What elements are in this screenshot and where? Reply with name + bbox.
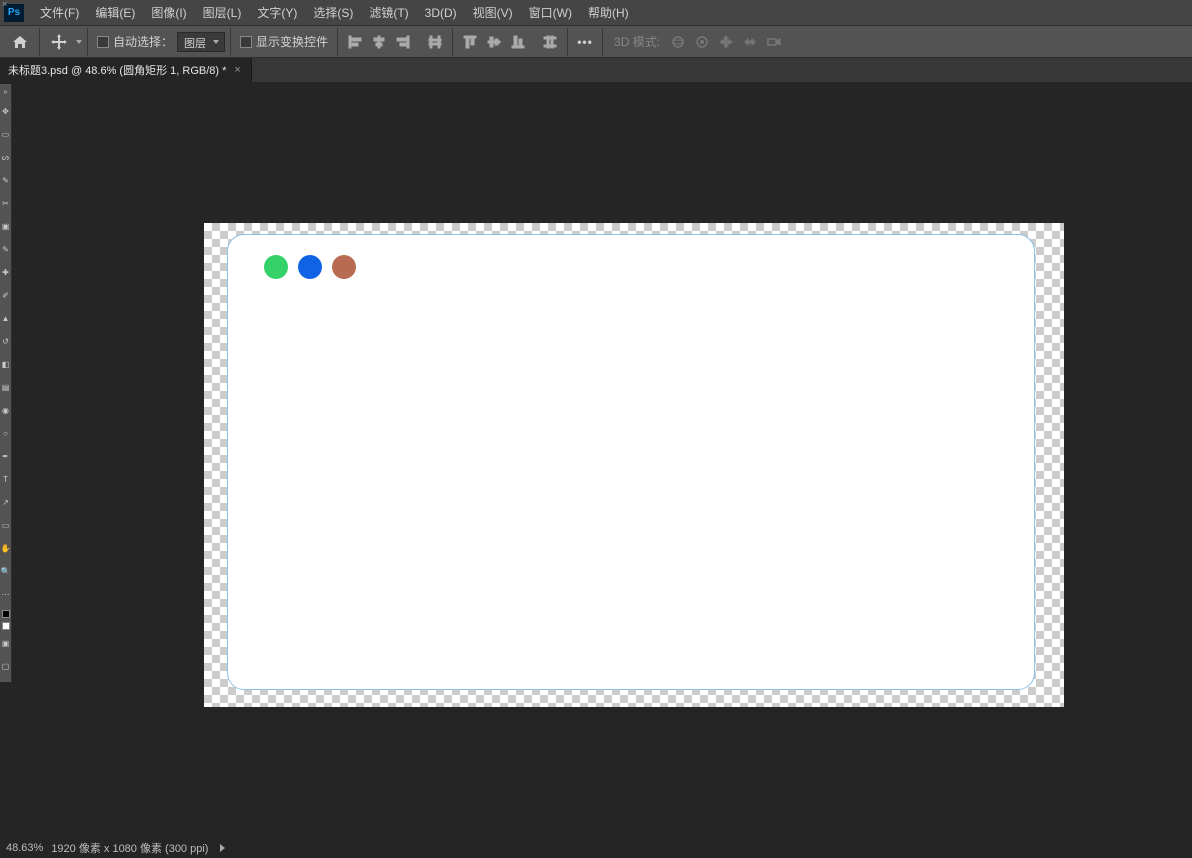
tool-marquee[interactable]: ▭ — [1, 124, 10, 144]
3d-orbit-icon — [667, 31, 689, 53]
align-bottom-icon[interactable] — [507, 31, 529, 53]
align-center-h-icon[interactable] — [368, 31, 390, 53]
distribute-v-icon[interactable] — [539, 31, 561, 53]
show-transform-label: 显示变换控件 — [256, 33, 328, 50]
traffic-light-dot-blue — [298, 255, 322, 279]
more-align-icon[interactable]: ••• — [574, 31, 596, 53]
menu-type[interactable]: 文字(Y) — [249, 0, 305, 25]
close-tab-icon[interactable]: × — [232, 64, 242, 76]
tool-crop[interactable]: ✂ — [1, 193, 10, 213]
home-button[interactable] — [6, 29, 34, 55]
tool-eraser[interactable]: ◧ — [1, 354, 10, 374]
options-bar: 自动选择： 图层 显示变换控件 ••• 3D 模式: — [0, 26, 1192, 58]
menu-edit[interactable]: 编辑(E) — [87, 0, 143, 25]
3d-slide-icon — [739, 31, 761, 53]
menu-select[interactable]: 选择(S) — [305, 0, 361, 25]
canvas-area[interactable] — [13, 84, 1192, 838]
toolbox: » ✥ ▭ ᔕ ✎ ✂ ▣ ✎ ✚ ✐ ▲ ↺ ◧ ▤ ◉ ○ ✒ T ↗ ▭ … — [0, 84, 12, 682]
align-right-icon[interactable] — [392, 31, 414, 53]
tool-preset-dropdown-icon[interactable] — [76, 40, 82, 44]
tool-eyedropper[interactable]: ✎ — [1, 239, 10, 259]
menu-filter[interactable]: 滤镜(T) — [361, 0, 416, 25]
menu-bar: × Ps 文件(F) 编辑(E) 图像(I) 图层(L) 文字(Y) 选择(S)… — [0, 0, 1192, 26]
rounded-rect-shape[interactable] — [228, 235, 1034, 689]
tool-lasso[interactable]: ᔕ — [1, 147, 10, 167]
document-tab-title: 未标题3.psd @ 48.6% (圆角矩形 1, RGB/8) * — [8, 62, 226, 78]
auto-select-checkbox[interactable]: 自动选择： — [97, 33, 173, 50]
auto-select-label: 自动选择： — [113, 33, 173, 50]
tool-hand[interactable]: ✋ — [1, 538, 10, 558]
tool-heal[interactable]: ✚ — [1, 262, 10, 282]
document-canvas[interactable] — [204, 223, 1064, 707]
menu-window[interactable]: 窗口(W) — [521, 0, 580, 25]
tool-brush[interactable]: ✐ — [1, 285, 10, 305]
menu-help[interactable]: 帮助(H) — [580, 0, 637, 25]
auto-select-target-select[interactable]: 图层 — [177, 32, 225, 52]
tool-stamp[interactable]: ▲ — [1, 308, 10, 328]
checkbox-icon[interactable] — [240, 36, 252, 48]
tool-frame[interactable]: ▣ — [1, 216, 10, 236]
align-top-icon[interactable] — [459, 31, 481, 53]
menu-image[interactable]: 图像(I) — [143, 0, 194, 25]
tool-zoom[interactable]: 🔍 — [1, 561, 10, 581]
tool-gradient[interactable]: ▤ — [1, 377, 10, 397]
document-tab[interactable]: 未标题3.psd @ 48.6% (圆角矩形 1, RGB/8) * × — [0, 58, 252, 82]
menu-layer[interactable]: 图层(L) — [195, 0, 250, 25]
3d-roll-icon — [691, 31, 713, 53]
move-tool-icon[interactable] — [45, 29, 73, 55]
tool-shape[interactable]: ▭ — [1, 515, 10, 535]
tool-dodge[interactable]: ○ — [1, 423, 10, 443]
menu-3d[interactable]: 3D(D) — [417, 0, 465, 25]
show-transform-checkbox[interactable]: 显示变换控件 — [240, 33, 328, 50]
document-tabs: 未标题3.psd @ 48.6% (圆角矩形 1, RGB/8) * × — [0, 58, 1192, 82]
tool-quick-mask[interactable]: ▣ — [1, 633, 10, 653]
tool-move[interactable]: ✥ — [1, 101, 10, 121]
status-doc-info[interactable]: 1920 像素 x 1080 像素 (300 ppi) — [51, 840, 208, 856]
status-arrow-icon[interactable] — [220, 844, 225, 852]
foreground-color-swatch[interactable] — [2, 610, 10, 618]
tool-pen[interactable]: ✒ — [1, 446, 10, 466]
tool-history-brush[interactable]: ↺ — [1, 331, 10, 351]
close-icon[interactable]: × — [2, 0, 7, 9]
align-left-icon[interactable] — [344, 31, 366, 53]
menu-file[interactable]: 文件(F) — [32, 0, 87, 25]
tool-edit-toolbar[interactable]: ⋯ — [1, 584, 10, 604]
tool-quick-select[interactable]: ✎ — [1, 170, 10, 190]
expand-toolbox-icon[interactable]: » — [2, 88, 10, 96]
tool-blur[interactable]: ◉ — [1, 400, 10, 420]
tool-screen-mode[interactable]: ▢ — [1, 656, 10, 676]
checkbox-icon[interactable] — [97, 36, 109, 48]
background-color-swatch[interactable] — [2, 622, 10, 630]
distribute-h-icon[interactable] — [424, 31, 446, 53]
status-bar: 48.63% 1920 像素 x 1080 像素 (300 ppi) — [0, 838, 1192, 858]
align-center-v-icon[interactable] — [483, 31, 505, 53]
traffic-light-dot-green — [264, 255, 288, 279]
menu-view[interactable]: 视图(V) — [465, 0, 521, 25]
mode-3d-label: 3D 模式: — [614, 33, 660, 50]
3d-camera-icon — [763, 31, 785, 53]
traffic-light-dot-brown — [332, 255, 356, 279]
3d-pan-icon — [715, 31, 737, 53]
status-zoom[interactable]: 48.63% — [6, 842, 43, 854]
tool-type[interactable]: T — [1, 469, 10, 489]
tool-path[interactable]: ↗ — [1, 492, 10, 512]
